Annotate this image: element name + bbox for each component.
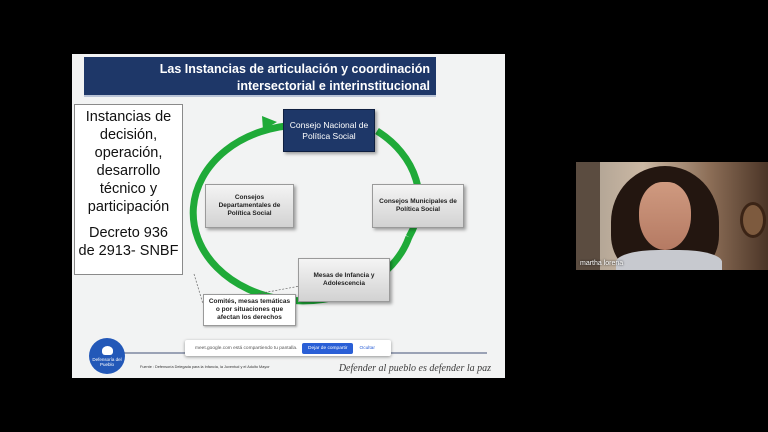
footer-motto: Defender al pueblo es defender la paz [338,363,491,374]
node-consejos-departamentales: Consejos Departamentales de Política Soc… [205,184,294,228]
node-consejo-nacional: Consejo Nacional de Política Social [283,109,375,152]
stop-sharing-button[interactable]: Dejar de compartir [302,342,354,354]
node-comites: Comités, mesas temáticas o por situacion… [203,294,296,326]
logo-text: Defensoría del Pueblo [92,356,122,367]
screen-share-banner: meet.google.com está compartiendo tu pan… [185,340,391,356]
wall-frame [740,202,766,238]
share-message: meet.google.com está compartiendo tu pan… [195,345,298,351]
participant-face [639,182,691,250]
hide-banner-button[interactable]: Ocultar [359,346,374,351]
meet-stage: Las Instancias de articulación y coordin… [0,0,768,432]
background-window [576,162,600,270]
presented-slide: Las Instancias de articulación y coordin… [72,54,505,378]
participant-tile[interactable]: martha lorena [576,162,768,270]
participant-shoulder [616,250,722,270]
node-mesas-infancia: Mesas de Infancia y Adolescencia [298,258,390,302]
participant-name: martha lorena [580,260,624,267]
node-consejos-municipales: Consejos Municipales de Política Social [372,184,464,228]
footer-source: Fuente : Defensoría Delegada para la Inf… [140,365,270,369]
connector-line [193,273,204,305]
defensoria-logo: Defensoría del Pueblo [89,338,125,374]
people-icon [101,345,113,355]
